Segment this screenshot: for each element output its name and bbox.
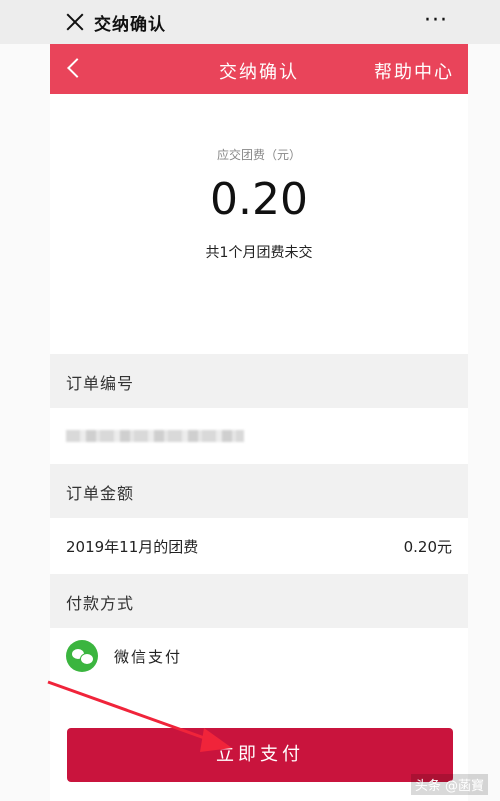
page-header: 交纳确认 帮助中心 [50,44,468,94]
close-icon[interactable] [62,9,88,35]
order-amount-heading: 订单金额 [50,464,468,518]
amount-caption: 应交团费（元） [216,148,301,162]
wechat-top-bar: 交纳确认 ··· [0,0,500,44]
order-amount-row: 2019年11月的团费 0.20元 [50,518,468,574]
amount-note: 共1个月团费未交 [205,245,313,261]
page-content: 交纳确认 帮助中心 应交团费（元） 0.20 共1个月团费未交 订单编号 订单金… [50,44,468,801]
payment-method-heading: 付款方式 [50,574,468,628]
order-amount-heading-label: 订单金额 [66,484,135,503]
wechat-pay-icon [66,640,98,672]
order-item-value: 0.20元 [403,538,452,556]
right-margin [468,44,500,801]
amount-value: 0.20 [210,174,308,225]
order-number-heading: 订单编号 [50,354,468,408]
wechat-pay-option[interactable]: 微信支付 [50,628,468,684]
amount-summary: 应交团费（元） 0.20 共1个月团费未交 [50,94,468,354]
wechat-pay-label: 微信支付 [114,648,183,666]
order-item-label: 2019年11月的团费 [66,538,199,556]
wechat-page-title: 交纳确认 [94,14,166,35]
left-margin [0,44,50,801]
help-center-link[interactable]: 帮助中心 [374,58,454,84]
pay-now-button[interactable]: 立即支付 [67,728,453,782]
order-number-heading-label: 订单编号 [66,374,135,393]
payment-method-heading-label: 付款方式 [66,594,135,613]
watermark: 头条 @菡寶 [410,774,488,795]
order-number-row [50,408,468,464]
order-number-value-redacted [66,430,244,442]
more-options-icon[interactable]: ··· [424,8,448,33]
